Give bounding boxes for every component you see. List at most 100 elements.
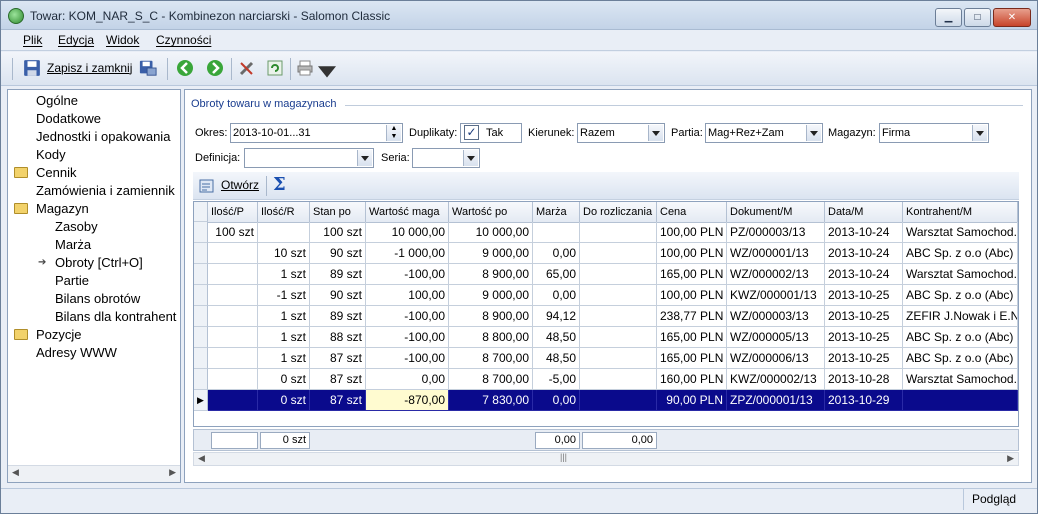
table-cell[interactable]: -1 szt — [258, 285, 310, 306]
table-cell[interactable]: 100 szt — [208, 222, 258, 243]
row-indicator[interactable] — [194, 264, 208, 285]
table-cell[interactable]: 0,00 — [533, 243, 580, 264]
table-cell[interactable]: PZ/000003/13 — [727, 222, 825, 243]
magazyn-select[interactable]: Firma — [879, 123, 989, 143]
grid-scrollbar[interactable]: ◀ ||| ▶ — [193, 452, 1019, 466]
okres-field[interactable]: 2013-10-01...31 ▲ ▼ — [230, 123, 403, 143]
chevron-down-icon[interactable] — [972, 125, 987, 141]
table-cell[interactable] — [258, 222, 310, 243]
table-cell[interactable]: ABC Sp. z o.o (Abc) — [903, 348, 1018, 369]
table-cell[interactable]: 8 700,00 — [449, 369, 533, 390]
table-cell[interactable]: 165,00 PLN — [657, 264, 727, 285]
table-cell[interactable]: 1 szt — [258, 264, 310, 285]
table-cell[interactable]: 48,50 — [533, 327, 580, 348]
back-arrow-icon[interactable] — [176, 59, 194, 77]
table-row[interactable]: -1 szt 90 szt 100,00 9 000,00 0,00 100,00 PLN… — [194, 285, 1018, 306]
kierunek-select[interactable]: Razem — [577, 123, 665, 143]
menu-edycja[interactable]: Edycja — [58, 33, 94, 47]
forward-arrow-icon[interactable] — [206, 59, 224, 77]
table-cell[interactable]: 165,00 PLN — [657, 327, 727, 348]
table-cell[interactable]: 9 000,00 — [449, 243, 533, 264]
menu-czynnosci[interactable]: Czynności — [156, 33, 211, 47]
table-cell[interactable]: 2013-10-28 — [825, 369, 903, 390]
table-cell[interactable]: 0 szt — [258, 390, 310, 411]
table-cell[interactable]: -870,00 — [366, 390, 449, 411]
table-cell[interactable]: 1 szt — [258, 327, 310, 348]
table-cell[interactable]: 2013-10-29 — [825, 390, 903, 411]
tools-icon[interactable] — [238, 59, 256, 77]
table-cell[interactable]: 100,00 PLN — [657, 222, 727, 243]
col-header[interactable]: Ilość/R — [258, 202, 310, 223]
table-cell[interactable] — [208, 243, 258, 264]
table-cell[interactable]: -1 000,00 — [366, 243, 449, 264]
col-header[interactable]: Dokument/M — [727, 202, 825, 223]
table-cell[interactable]: 88 szt — [310, 327, 366, 348]
print-icon[interactable] — [296, 59, 314, 77]
table-cell[interactable]: Warsztat Samochod. — [903, 264, 1018, 285]
table-cell[interactable] — [580, 222, 657, 243]
table-cell[interactable]: 10 000,00 — [366, 222, 449, 243]
table-cell[interactable] — [208, 306, 258, 327]
minimize-button[interactable]: ▁ — [935, 8, 962, 27]
scroll-left-icon[interactable]: ◀ — [198, 453, 205, 464]
row-indicator[interactable] — [194, 306, 208, 327]
table-row[interactable]: 1 szt 89 szt -100,00 8 900,00 65,00 165,00 PL… — [194, 264, 1018, 285]
table-cell[interactable] — [580, 306, 657, 327]
col-header[interactable]: Wartość maga — [366, 202, 449, 223]
table-cell[interactable] — [580, 390, 657, 411]
sum-icon[interactable]: Σ — [273, 174, 286, 195]
col-header[interactable]: Marża — [533, 202, 580, 223]
col-header[interactable]: Kontrahent/M — [903, 202, 1018, 223]
chevron-down-icon[interactable] — [463, 150, 478, 166]
table-cell[interactable]: 10 000,00 — [449, 222, 533, 243]
print-dropdown-icon[interactable] — [318, 64, 336, 82]
scroll-thumb-grip[interactable]: ||| — [560, 452, 567, 462]
table-cell[interactable]: WZ/000002/13 — [727, 264, 825, 285]
row-indicator[interactable]: ▶ — [194, 390, 208, 411]
table-cell[interactable] — [580, 348, 657, 369]
definicja-select[interactable] — [244, 148, 374, 168]
table-cell[interactable]: 160,00 PLN — [657, 369, 727, 390]
table-cell[interactable]: 2013-10-24 — [825, 264, 903, 285]
table-cell[interactable]: 100,00 PLN — [657, 243, 727, 264]
col-header[interactable]: Data/M — [825, 202, 903, 223]
chevron-down-icon[interactable] — [357, 150, 372, 166]
table-cell[interactable]: ABC Sp. z o.o (Abc) — [903, 243, 1018, 264]
table-cell[interactable]: 2013-10-25 — [825, 306, 903, 327]
table-cell[interactable]: -100,00 — [366, 327, 449, 348]
table-cell[interactable]: 7 830,00 — [449, 390, 533, 411]
table-cell[interactable]: 90 szt — [310, 243, 366, 264]
table-cell[interactable]: 8 900,00 — [449, 306, 533, 327]
table-cell[interactable]: WZ/000005/13 — [727, 327, 825, 348]
table-cell[interactable]: 165,00 PLN — [657, 348, 727, 369]
table-cell[interactable]: ABC Sp. z o.o (Abc) — [903, 327, 1018, 348]
col-header[interactable]: Stan po — [310, 202, 366, 223]
close-button[interactable]: ✕ — [993, 8, 1031, 27]
table-cell[interactable]: 48,50 — [533, 348, 580, 369]
table-cell[interactable]: 0,00 — [366, 369, 449, 390]
maximize-button[interactable]: □ — [964, 8, 991, 27]
chevron-down-icon[interactable] — [806, 125, 821, 141]
table-cell[interactable] — [208, 264, 258, 285]
table-cell[interactable]: 2013-10-24 — [825, 243, 903, 264]
scroll-left-icon[interactable]: ◀ — [12, 467, 19, 478]
scroll-right-icon[interactable]: ▶ — [169, 467, 176, 478]
table-cell[interactable]: 87 szt — [310, 390, 366, 411]
refresh-icon[interactable] — [266, 59, 284, 77]
table-cell[interactable]: 100,00 — [366, 285, 449, 306]
col-header[interactable]: Do rozliczania — [580, 202, 657, 223]
table-cell[interactable]: ZPZ/000001/13 — [727, 390, 825, 411]
table-cell[interactable]: WZ/000006/13 — [727, 348, 825, 369]
table-cell[interactable]: 10 szt — [258, 243, 310, 264]
table-row[interactable]: 1 szt 87 szt -100,00 8 700,00 48,50 165,00 PL… — [194, 348, 1018, 369]
table-cell[interactable] — [580, 327, 657, 348]
table-cell[interactable]: 2013-10-25 — [825, 285, 903, 306]
table-cell[interactable]: 8 900,00 — [449, 264, 533, 285]
table-cell[interactable] — [208, 369, 258, 390]
table-cell[interactable]: ABC Sp. z o.o (Abc) — [903, 285, 1018, 306]
duplikaty-checkbox[interactable]: ✓ — [464, 125, 479, 140]
table-cell[interactable]: 94,12 — [533, 306, 580, 327]
table-cell[interactable]: 100 szt — [310, 222, 366, 243]
table-cell[interactable] — [208, 327, 258, 348]
table-cell[interactable] — [580, 369, 657, 390]
